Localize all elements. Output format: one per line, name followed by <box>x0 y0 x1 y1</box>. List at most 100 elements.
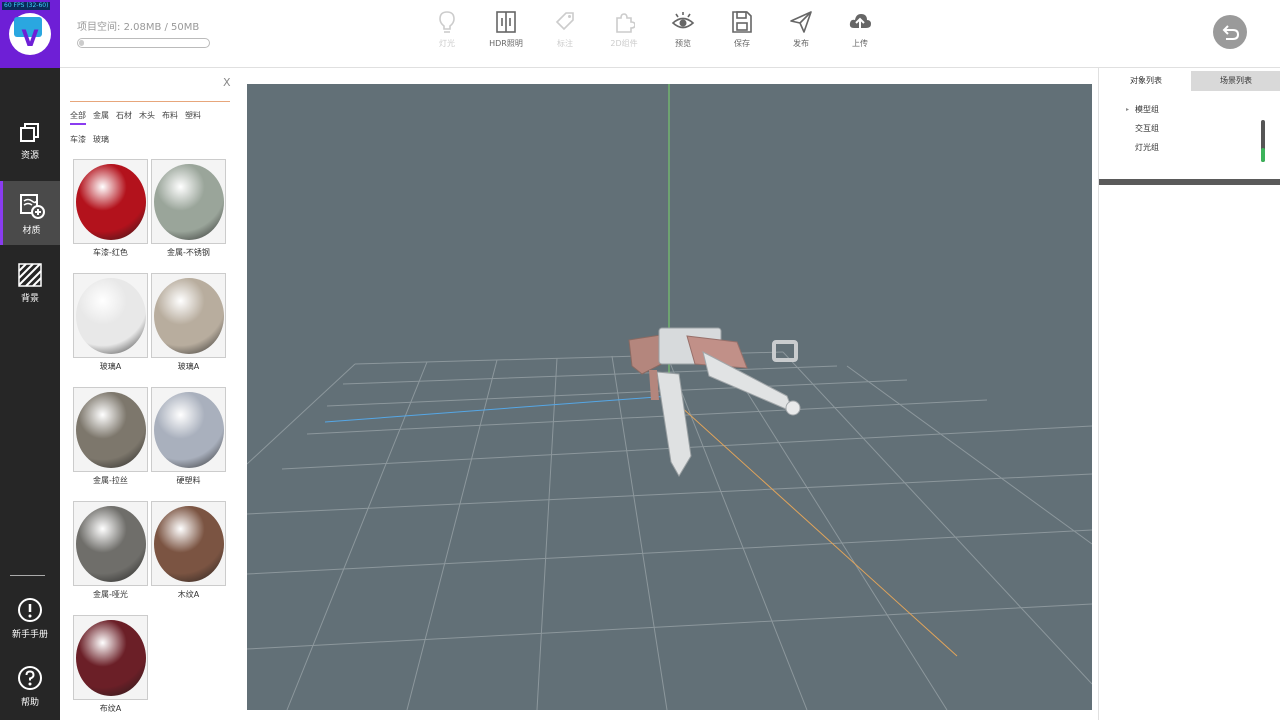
material-thumbnail <box>151 159 226 244</box>
send-icon <box>790 11 812 33</box>
puzzle-icon <box>616 13 635 33</box>
expand-arrow-icon[interactable]: ▸ <box>1126 104 1129 115</box>
material-thumbnail <box>73 159 148 244</box>
material-label: 金属-拉丝 <box>93 476 128 485</box>
nav-materials[interactable]: 材质 <box>0 181 60 245</box>
app-logo[interactable]: 60 FPS (32-60) <box>0 0 60 68</box>
material-thumbnail <box>73 501 148 586</box>
cloud-upload-icon <box>849 14 871 31</box>
category-wood[interactable]: 木头 <box>139 110 155 123</box>
tool-publish[interactable]: 发布 <box>776 10 826 49</box>
left-nav: 60 FPS (32-60) 资源 材质 背景 新手手册 <box>0 0 60 720</box>
material-tile[interactable]: 金属-哑光 <box>73 501 148 600</box>
back-button[interactable] <box>1213 15 1247 49</box>
material-label: 金属-不锈钢 <box>167 248 210 257</box>
project-space-text: 项目空间: 2.08MB / 50MB <box>77 18 199 33</box>
material-sphere <box>154 278 224 354</box>
material-sphere <box>76 164 146 240</box>
fps-counter: 60 FPS (32-60) <box>2 2 51 10</box>
material-sphere <box>76 392 146 468</box>
tree-scrollbar-indicator <box>1261 148 1265 162</box>
tool-light-label: 灯光 <box>439 39 455 48</box>
object-tree: ▸ 模型组 交互组 灯光组 <box>1126 104 1159 161</box>
nav-help[interactable]: 帮助 <box>0 655 60 719</box>
category-car-paint[interactable]: 车漆 <box>70 134 86 147</box>
nav-background[interactable]: 背景 <box>0 251 60 315</box>
panel-resize-bar[interactable] <box>1099 179 1280 185</box>
material-label: 玻璃A <box>177 362 200 371</box>
material-thumbnail <box>73 615 148 700</box>
info-icon <box>18 598 42 622</box>
category-stone[interactable]: 石材 <box>116 110 132 123</box>
nav-manual-label: 新手手册 <box>11 630 48 640</box>
panel-divider <box>70 101 230 102</box>
save-icon <box>732 11 752 33</box>
material-sphere <box>76 506 146 582</box>
material-thumbnail <box>151 273 226 358</box>
material-tile[interactable]: 玻璃A <box>73 273 148 372</box>
tree-item-light-group[interactable]: 灯光组 <box>1135 142 1159 161</box>
nav-resources[interactable]: 资源 <box>0 110 60 174</box>
material-thumbnail <box>151 387 226 472</box>
tag-icon <box>555 12 574 31</box>
material-edit-icon <box>19 194 45 219</box>
material-thumbnail <box>73 273 148 358</box>
tab-object-list[interactable]: 对象列表 <box>1101 71 1191 91</box>
material-tile[interactable]: 布纹A <box>73 615 148 714</box>
tree-item-label: 灯光组 <box>1135 143 1159 152</box>
nav-help-label: 帮助 <box>20 698 39 708</box>
nav-background-label: 背景 <box>20 294 39 304</box>
category-metal[interactable]: 金属 <box>93 110 109 123</box>
material-tile[interactable]: 金属-不锈钢 <box>151 159 226 258</box>
hatch-background-icon <box>18 263 42 287</box>
3d-viewport[interactable] <box>247 84 1092 710</box>
tree-scrollbar[interactable] <box>1261 120 1265 162</box>
nav-manual[interactable]: 新手手册 <box>0 587 60 651</box>
category-cloth[interactable]: 布料 <box>162 110 178 123</box>
close-panel-button[interactable]: X <box>223 76 231 89</box>
nav-resources-label: 资源 <box>20 151 39 161</box>
tool-upload-label: 上传 <box>852 39 868 48</box>
tool-hdr-label: HDR照明 <box>489 39 523 48</box>
material-panel: X 全部 金属 石材 木头 布料 塑料车漆 玻璃 车漆-红色 金属-不锈钢 玻璃A 玻璃A … <box>60 68 246 720</box>
project-space-fill <box>79 40 84 46</box>
tree-item-label: 模型组 <box>1135 105 1159 114</box>
category-glass[interactable]: 玻璃 <box>93 134 109 147</box>
material-tile[interactable]: 金属-拉丝 <box>73 387 148 486</box>
material-categories: 全部 金属 石材 木头 布料 塑料车漆 玻璃 <box>70 110 230 156</box>
tool-light[interactable]: 灯光 <box>422 10 472 49</box>
rifle-model[interactable] <box>628 327 801 477</box>
tab-scene-list[interactable]: 场景列表 <box>1191 71 1280 91</box>
tool-publish-label: 发布 <box>793 39 809 48</box>
tool-2d-component-label: 2D组件 <box>610 39 638 48</box>
scene-canvas <box>247 84 1092 710</box>
help-icon <box>18 666 42 690</box>
layers-icon <box>20 123 39 142</box>
material-sphere <box>154 392 224 468</box>
tool-upload[interactable]: 上传 <box>835 10 885 49</box>
category-plastic[interactable]: 塑料 <box>185 110 201 123</box>
material-label: 玻璃A <box>99 362 122 371</box>
category-all[interactable]: 全部 <box>70 110 86 125</box>
material-tile[interactable]: 玻璃A <box>151 273 226 372</box>
bulb-icon <box>439 11 455 33</box>
tool-preview[interactable]: 预览 <box>658 10 708 49</box>
tool-annotate[interactable]: 标注 <box>540 10 590 49</box>
tree-item-label: 交互组 <box>1135 124 1159 133</box>
tool-2d-component[interactable]: 2D组件 <box>599 10 649 49</box>
material-sphere <box>154 506 224 582</box>
tool-hdr[interactable]: HDR照明 <box>481 10 531 49</box>
tool-annotate-label: 标注 <box>557 39 573 48</box>
project-space-label: 项目空间: <box>77 22 121 33</box>
tool-preview-label: 预览 <box>675 39 691 48</box>
nav-materials-label: 材质 <box>22 226 41 236</box>
eye-icon <box>671 12 695 29</box>
right-tabs: 对象列表 场景列表 <box>1101 71 1280 91</box>
material-tile[interactable]: 车漆-红色 <box>73 159 148 258</box>
logo-mark <box>9 13 51 55</box>
tree-item-interaction-group[interactable]: 交互组 <box>1135 123 1159 142</box>
tool-save[interactable]: 保存 <box>717 10 767 49</box>
material-tile[interactable]: 木纹A <box>151 501 226 600</box>
material-tile[interactable]: 硬塑料 <box>151 387 226 486</box>
tree-item-model-group[interactable]: ▸ 模型组 <box>1126 104 1159 123</box>
